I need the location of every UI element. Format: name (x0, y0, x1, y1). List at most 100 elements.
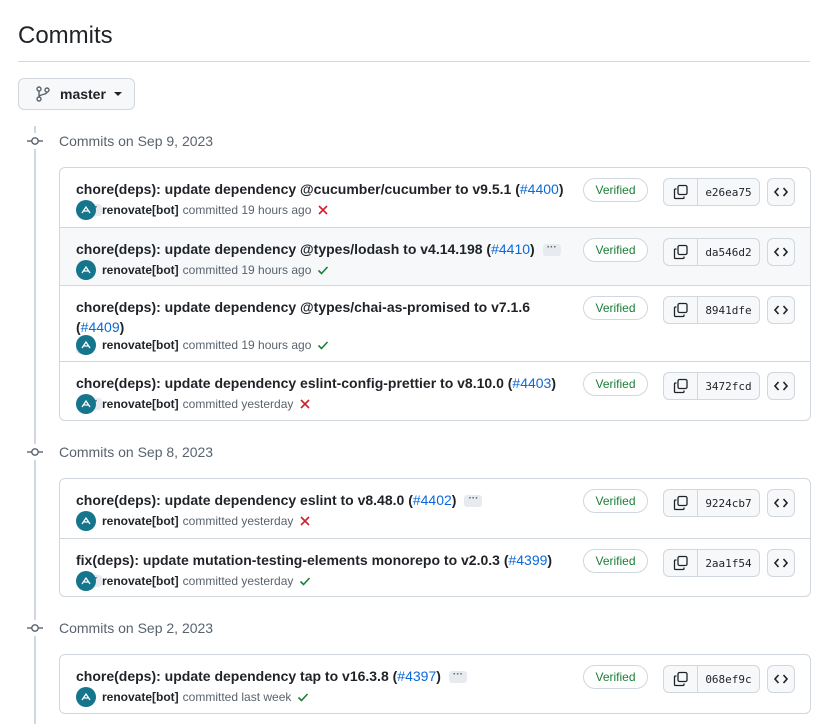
author-name[interactable]: renovate[bot] (102, 574, 179, 588)
author-name[interactable]: renovate[bot] (102, 338, 179, 352)
code-icon[interactable] (767, 296, 795, 324)
code-icon[interactable] (767, 665, 795, 693)
avatar[interactable] (76, 394, 96, 414)
commit-row: chore(deps): update dependency @cucumber… (60, 168, 810, 227)
commit-list: chore(deps): update dependency tap to v1… (59, 654, 811, 714)
verified-badge[interactable]: Verified (583, 372, 648, 396)
avatar[interactable] (76, 260, 96, 280)
commit-sha[interactable]: da546d2 (698, 239, 759, 265)
author-name[interactable]: renovate[bot] (102, 514, 179, 528)
commit-time: committed yesterday (182, 397, 294, 411)
x-icon[interactable] (299, 515, 311, 527)
commit-time: committed yesterday (182, 514, 294, 528)
check-icon[interactable] (299, 575, 311, 587)
branch-name: master (60, 86, 106, 102)
commit-message[interactable]: chore(deps): update dependency @types/lo… (76, 239, 566, 259)
pr-link[interactable]: #4402 (413, 492, 452, 508)
avatar[interactable] (76, 200, 96, 220)
check-icon[interactable] (297, 691, 309, 703)
sha-button-group: 2aa1f54 (663, 549, 760, 577)
page-title: Commits (18, 22, 113, 49)
pr-link[interactable]: #4399 (508, 552, 547, 568)
sha-button-group: 3472fcd (663, 372, 760, 400)
copy-icon[interactable] (664, 666, 698, 692)
commit-row: fix(deps): update mutation-testing-eleme… (60, 538, 810, 596)
verified-badge[interactable]: Verified (583, 665, 648, 689)
check-icon[interactable] (317, 339, 329, 351)
commit-group-header: Commits on Sep 9, 2023 (27, 133, 213, 149)
commit-time: committed 19 hours ago (182, 338, 312, 352)
author-name[interactable]: renovate[bot] (102, 203, 179, 217)
branch-selector-button[interactable]: master (18, 78, 135, 110)
code-icon[interactable] (767, 549, 795, 577)
pr-link[interactable]: #4400 (520, 181, 559, 197)
verified-badge[interactable]: Verified (583, 296, 648, 320)
author-name[interactable]: renovate[bot] (102, 690, 179, 704)
commit-sha[interactable]: 8941dfe (698, 297, 759, 323)
commit-meta: renovate[bot] committed 19 hours ago (76, 200, 329, 220)
chevron-down-icon (113, 92, 122, 96)
commit-meta: renovate[bot] committed yesterday (76, 571, 311, 591)
git-commit-icon (27, 133, 43, 149)
commit-sha[interactable]: 3472fcd (698, 373, 759, 399)
commit-row: chore(deps): update dependency @types/ch… (60, 285, 810, 361)
copy-icon[interactable] (664, 297, 698, 323)
sha-button-group: da546d2 (663, 238, 760, 266)
avatar[interactable] (76, 571, 96, 591)
code-icon[interactable] (767, 489, 795, 517)
copy-icon[interactable] (664, 550, 698, 576)
avatar[interactable] (76, 687, 96, 707)
copy-icon[interactable] (664, 179, 698, 205)
commit-time: committed 19 hours ago (182, 263, 312, 277)
verified-badge[interactable]: Verified (583, 238, 648, 262)
pr-link[interactable]: #4410 (491, 241, 530, 257)
commit-time: committed last week (182, 690, 292, 704)
author-name[interactable]: renovate[bot] (102, 397, 179, 411)
commit-row: chore(deps): update dependency tap to v1… (60, 655, 810, 713)
verified-badge[interactable]: Verified (583, 549, 648, 573)
verified-badge[interactable]: Verified (583, 489, 648, 513)
git-commit-icon (27, 620, 43, 636)
commit-sha[interactable]: 9224cb7 (698, 490, 759, 516)
code-icon[interactable] (767, 238, 795, 266)
commit-sha[interactable]: 2aa1f54 (698, 550, 759, 576)
commit-group-date: Commits on Sep 2, 2023 (59, 620, 214, 636)
commit-row: chore(deps): update dependency eslint-co… (60, 361, 810, 420)
avatar[interactable] (76, 511, 96, 531)
copy-icon[interactable] (664, 373, 698, 399)
code-icon[interactable] (767, 178, 795, 206)
commit-row: chore(deps): update dependency eslint to… (60, 479, 810, 538)
commit-message[interactable]: chore(deps): update dependency eslint to… (76, 490, 566, 510)
commit-message[interactable]: chore(deps): update dependency tap to v1… (76, 666, 566, 686)
pr-link[interactable]: #4403 (512, 375, 551, 391)
commit-meta: renovate[bot] committed last week (76, 687, 309, 707)
commit-meta: renovate[bot] committed 19 hours ago (76, 260, 329, 280)
git-commit-icon (27, 444, 43, 460)
copy-icon[interactable] (664, 490, 698, 516)
git-branch-icon (36, 86, 50, 102)
commit-sha[interactable]: e26ea75 (698, 179, 759, 205)
sha-button-group: e26ea75 (663, 178, 760, 206)
commit-sha[interactable]: 068ef9c (698, 666, 759, 692)
avatar[interactable] (76, 335, 96, 355)
sha-button-group: 068ef9c (663, 665, 760, 693)
author-name[interactable]: renovate[bot] (102, 263, 179, 277)
check-icon[interactable] (317, 264, 329, 276)
commit-list: chore(deps): update dependency @cucumber… (59, 167, 811, 421)
title-divider (18, 61, 810, 62)
copy-icon[interactable] (664, 239, 698, 265)
code-icon[interactable] (767, 372, 795, 400)
sha-button-group: 9224cb7 (663, 489, 760, 517)
pr-link[interactable]: #4409 (81, 319, 120, 335)
ellipsis-icon[interactable]: ··· (464, 494, 483, 508)
x-icon[interactable] (299, 398, 311, 410)
pr-link[interactable]: #4397 (397, 668, 436, 684)
verified-badge[interactable]: Verified (583, 178, 648, 202)
commit-group-header: Commits on Sep 2, 2023 (27, 620, 213, 636)
x-icon[interactable] (317, 204, 329, 216)
ellipsis-icon[interactable]: ··· (448, 670, 467, 684)
ellipsis-icon[interactable]: ··· (542, 243, 561, 257)
commit-time: committed 19 hours ago (182, 203, 312, 217)
commit-group-date: Commits on Sep 9, 2023 (59, 133, 214, 149)
commit-meta: renovate[bot] committed yesterday (76, 394, 311, 414)
